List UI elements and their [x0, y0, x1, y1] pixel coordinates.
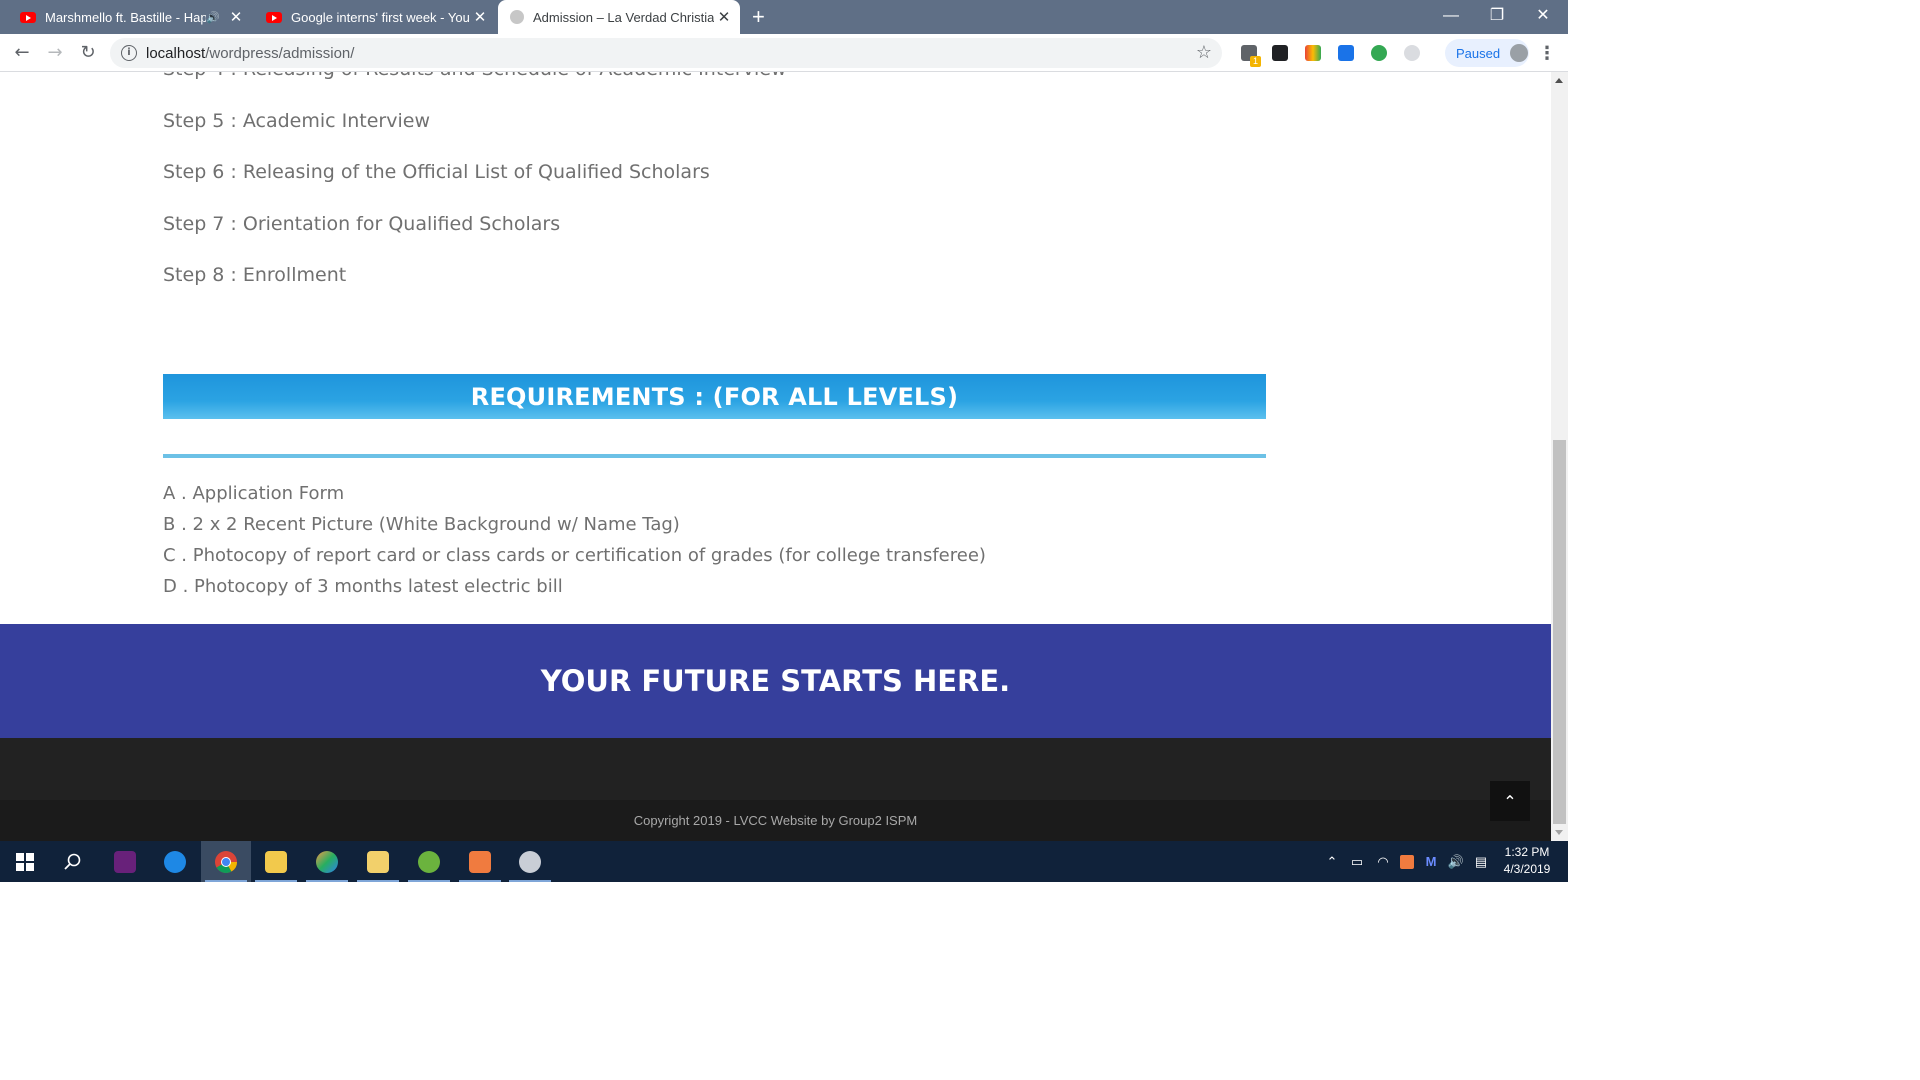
paused-label: Paused: [1456, 45, 1501, 61]
minimize-icon[interactable]: —: [1428, 0, 1474, 34]
bookmark-star-icon[interactable]: ☆: [1196, 42, 1212, 63]
tagline: YOUR FUTURE STARTS HERE.: [540, 664, 1011, 698]
step-item: Step 7 : Orientation for Qualified Schol…: [163, 213, 561, 235]
forward-icon[interactable]: →: [43, 41, 67, 65]
divider: [163, 454, 1266, 458]
close-tab-icon[interactable]: ✕: [226, 8, 246, 26]
chrome-icon[interactable]: [201, 841, 251, 882]
step-item: Step 5 : Academic Interview: [163, 110, 430, 132]
notification-icon[interactable]: ▤: [1470, 841, 1492, 882]
menu-kebab-icon[interactable]: ⋮: [1538, 43, 1556, 64]
close-tab-icon[interactable]: ✕: [714, 8, 734, 26]
folder-icon[interactable]: [353, 841, 403, 882]
windows-start-icon[interactable]: [0, 841, 50, 882]
scroll-thumb[interactable]: [1553, 440, 1566, 824]
back-icon[interactable]: ←: [10, 41, 34, 65]
speaker-icon[interactable]: 🔊: [206, 11, 220, 24]
page-viewport: Step 4 : Releasing of Results and Schedu…: [0, 72, 1551, 841]
utorrent-icon[interactable]: [404, 841, 454, 882]
battery-icon[interactable]: ▭: [1346, 841, 1368, 882]
tab-title: Google interns' first week - YouTu: [291, 9, 470, 25]
youtube-icon: [266, 11, 282, 23]
step-item: Step 4 : Releasing of Results and Schedu…: [163, 72, 786, 80]
app-icon[interactable]: [505, 841, 555, 882]
page-scrollbar[interactable]: [1551, 72, 1568, 841]
app-icon[interactable]: [302, 841, 352, 882]
youtube-icon: [20, 11, 36, 23]
messenger-tray-icon[interactable]: M: [1420, 841, 1442, 882]
wifi-icon[interactable]: ◠: [1372, 841, 1394, 882]
address-bar[interactable]: i localhost/wordpress/admission/ ☆: [110, 38, 1222, 68]
extension-icon[interactable]: [1371, 45, 1387, 61]
requirement-item: D . Photocopy of 3 months latest electri…: [163, 576, 563, 597]
step-item: Step 8 : Enrollment: [163, 264, 347, 286]
tab-title: Admission – La Verdad Christian: [533, 9, 714, 25]
profile-paused-button[interactable]: Paused: [1445, 39, 1529, 67]
xampp-icon[interactable]: [455, 841, 505, 882]
extension-icon[interactable]: [1305, 45, 1321, 61]
back-to-top-button[interactable]: ⌃: [1490, 781, 1530, 821]
clock-date: 4/3/2019: [1503, 862, 1551, 876]
footer-lower: Copyright 2019 - LVCC Website by Group2 …: [0, 800, 1551, 841]
tab-marshmello[interactable]: Marshmello ft. Bastille - Happ 🔊 ✕: [0, 0, 252, 34]
step-item: Step 6 : Releasing of the Official List …: [163, 161, 710, 183]
browser-tab-strip: Marshmello ft. Bastille - Happ 🔊 ✕ Googl…: [0, 0, 1568, 34]
requirement-item: B . 2 x 2 Recent Picture (White Backgrou…: [163, 514, 680, 535]
new-tab-button[interactable]: +: [752, 4, 765, 30]
restore-icon[interactable]: ❐: [1474, 0, 1520, 34]
url-path: /wordpress/admission/: [205, 44, 355, 62]
windows-taskbar: ⌃ ▭ ◠ M 🔊 ▤ 1:32 PM 4/3/2019: [0, 841, 1568, 882]
scroll-down-icon[interactable]: [1555, 830, 1563, 835]
close-window-icon[interactable]: ✕: [1520, 0, 1566, 34]
tab-google-interns[interactable]: Google interns' first week - YouTu ✕: [252, 0, 496, 34]
extension-badge: 1: [1250, 56, 1261, 67]
volume-icon[interactable]: 🔊: [1445, 841, 1467, 882]
xampp-tray-icon[interactable]: [1397, 841, 1417, 882]
tab-admission[interactable]: Admission – La Verdad Christian ✕: [498, 0, 740, 34]
url-host: localhost: [146, 44, 206, 62]
show-hidden-icons-icon[interactable]: ⌃: [1322, 841, 1342, 882]
browser-toolbar: ← → ↻ i localhost/wordpress/admission/ ☆…: [0, 34, 1568, 72]
scroll-up-icon[interactable]: [1555, 78, 1563, 83]
file-explorer-icon[interactable]: [251, 841, 301, 882]
requirement-item: A . Application Form: [163, 483, 345, 504]
extension-icon[interactable]: [1272, 45, 1288, 61]
extension-icon[interactable]: [1404, 45, 1420, 61]
info-icon[interactable]: i: [121, 45, 137, 61]
reload-icon[interactable]: ↻: [76, 41, 100, 65]
messenger-icon[interactable]: [150, 841, 200, 882]
extension-icon[interactable]: [1338, 45, 1354, 61]
clock-time: 1:32 PM: [1504, 845, 1550, 859]
clock[interactable]: 1:32 PM 4/3/2019: [1494, 844, 1560, 878]
requirement-item: C . Photocopy of report card or class ca…: [163, 545, 986, 566]
copyright-text: Copyright 2019 - LVCC Website by Group2 …: [633, 813, 918, 828]
avatar-icon: [1510, 44, 1529, 62]
url-text[interactable]: localhost/wordpress/admission/: [146, 45, 354, 62]
requirements-heading: REQUIREMENTS : (FOR ALL LEVELS): [470, 382, 959, 411]
footer-upper: [0, 738, 1551, 800]
tagline-section: YOUR FUTURE STARTS HERE.: [0, 624, 1551, 738]
globe-icon: [510, 10, 524, 24]
tab-title: Marshmello ft. Bastille - Happ: [45, 9, 207, 25]
close-tab-icon[interactable]: ✕: [470, 8, 490, 26]
search-icon[interactable]: [48, 841, 98, 882]
visual-studio-icon[interactable]: [100, 841, 150, 882]
requirements-heading-banner: REQUIREMENTS : (FOR ALL LEVELS): [163, 374, 1266, 419]
